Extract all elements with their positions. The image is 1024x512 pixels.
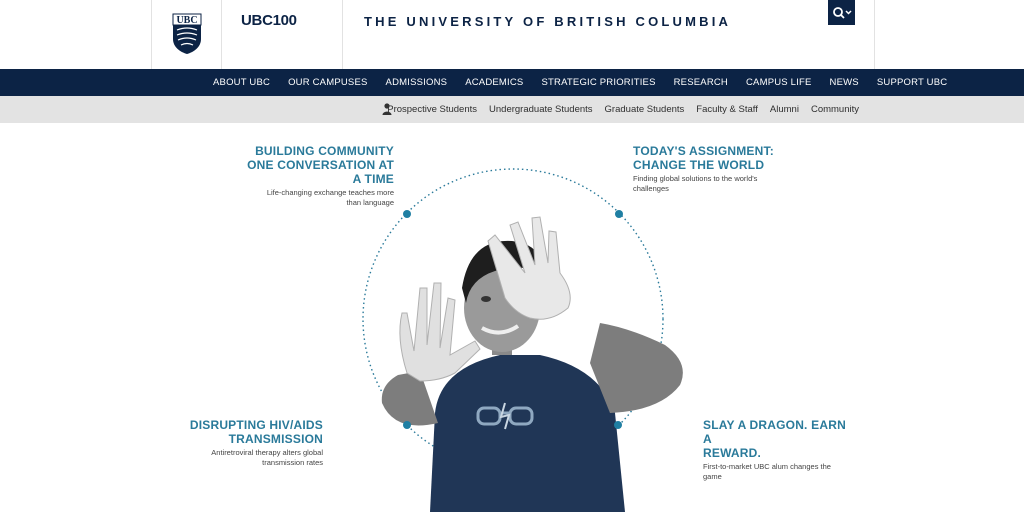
story-title[interactable]: SLAY A DRAGON. EARN A REWARD. [703,418,853,460]
story-summary: Finding global solutions to the world's … [633,174,758,193]
story-marker-2 [615,210,623,218]
site-header: UBC UBC100 THE UNIVERSITY OF BRITISH COL… [0,0,1024,69]
story-slay-a-dragon[interactable]: SLAY A DRAGON. EARN A REWARD. First-to-m… [703,418,853,482]
audience-prospective-students[interactable]: Prospective Students [381,104,483,115]
audience-graduate-students[interactable]: Graduate Students [599,104,691,115]
ubc-crest-logo[interactable]: UBC [172,13,202,55]
nav-item-strategic-priorities[interactable]: STRATEGIC PRIORITIES [532,77,664,88]
nav-item-admissions[interactable]: ADMISSIONS [377,77,457,88]
nav-item-academics[interactable]: ACADEMICS [456,77,532,88]
crest-cell[interactable]: UBC [151,0,221,69]
person-icon [382,103,392,115]
nav-item-news[interactable]: NEWS [821,77,868,88]
story-summary: Antiretroviral therapy alters global tra… [211,448,323,467]
nav-item-about[interactable]: ABOUT UBC [204,77,279,88]
hero-illustration [362,168,683,512]
audience-navigation: Prospective Students Undergraduate Stude… [0,96,1024,123]
story-title[interactable]: DISRUPTING HIV/AIDS TRANSMISSION [180,418,323,446]
nav-item-campus-life[interactable]: CAMPUS LIFE [737,77,821,88]
story-disrupting-hiv[interactable]: DISRUPTING HIV/AIDS TRANSMISSION Antiret… [180,418,323,468]
ubc100-logo[interactable]: UBC100 [241,12,297,29]
story-marker-1 [403,210,411,218]
nav-item-campuses[interactable]: OUR CAMPUSES [279,77,376,88]
nav-item-research[interactable]: RESEARCH [665,77,737,88]
nav-item-support[interactable]: SUPPORT UBC [868,77,956,88]
story-title[interactable]: BUILDING COMMUNITY ONE CONVERSATION AT A… [244,144,394,186]
audience-faculty-staff[interactable]: Faculty & Staff [690,104,764,115]
site-title[interactable]: THE UNIVERSITY OF BRITISH COLUMBIA [364,14,731,29]
search-button[interactable] [828,0,855,25]
title-cell: THE UNIVERSITY OF BRITISH COLUMBIA [342,0,875,69]
ubc100-cell[interactable]: UBC100 [221,0,342,69]
story-title[interactable]: TODAY'S ASSIGNMENT: CHANGE THE WORLD [633,144,783,172]
person-photo [430,355,625,512]
story-summary: Life-changing exchange teaches more than… [266,188,394,207]
story-marker-4 [614,421,622,429]
story-todays-assignment[interactable]: TODAY'S ASSIGNMENT: CHANGE THE WORLD Fin… [633,144,783,194]
audience-alumni[interactable]: Alumni [764,104,805,115]
audience-undergraduate-students[interactable]: Undergraduate Students [483,104,599,115]
svg-text:UBC: UBC [176,15,197,26]
search-icon [832,6,852,19]
audience-community[interactable]: Community [805,104,865,115]
story-marker-3 [403,421,411,429]
chevron-down-icon [844,9,852,15]
story-summary: First-to-market UBC alum changes the gam… [703,462,831,481]
main-navigation: ABOUT UBC OUR CAMPUSES ADMISSIONS ACADEM… [0,69,1024,96]
story-building-community[interactable]: BUILDING COMMUNITY ONE CONVERSATION AT A… [244,144,394,208]
hero-section: BUILDING COMMUNITY ONE CONVERSATION AT A… [0,123,1024,512]
